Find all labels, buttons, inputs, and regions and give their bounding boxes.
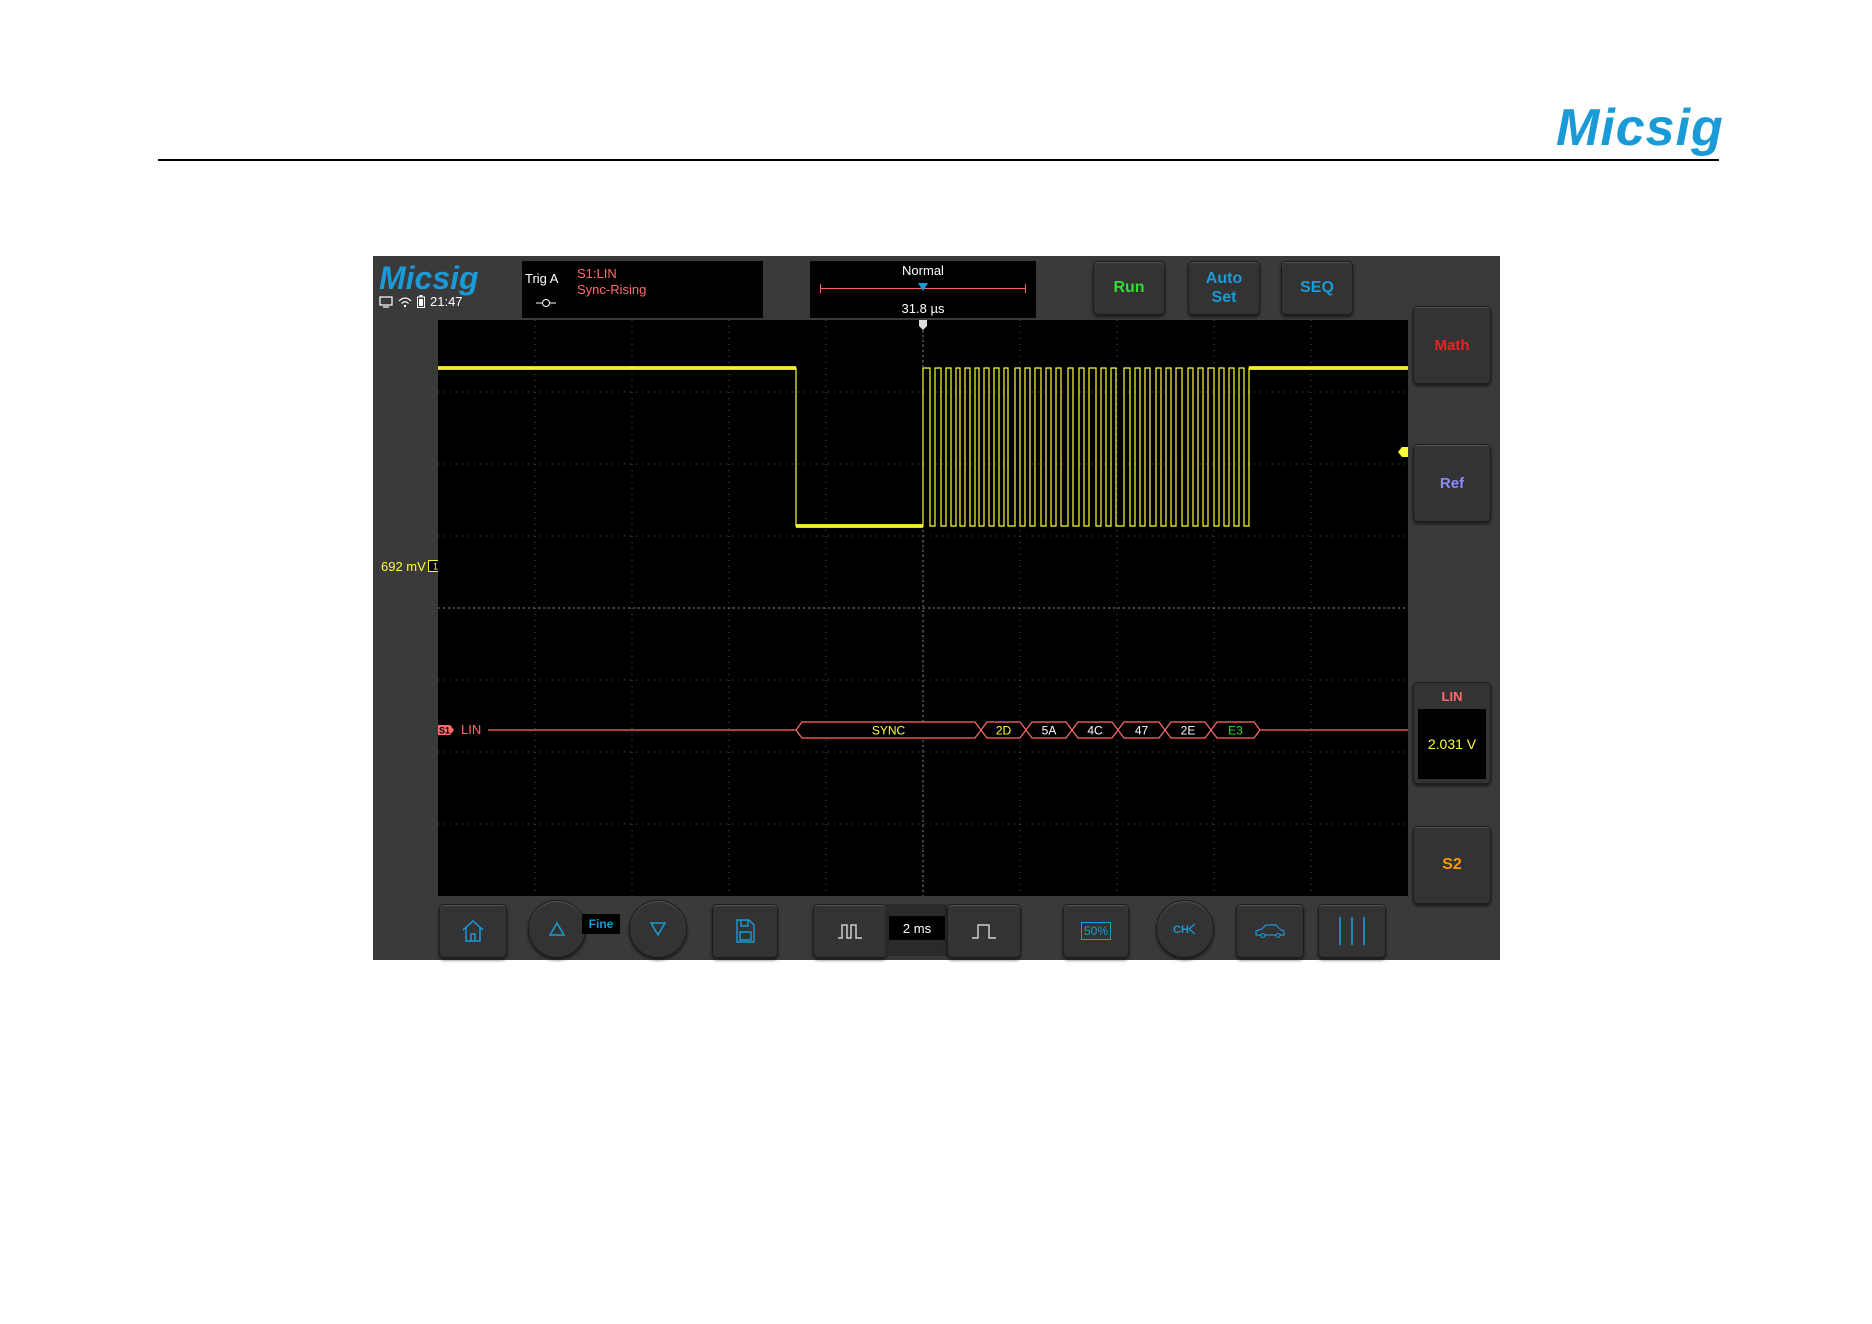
fifty-percent-button[interactable]: 50% <box>1063 904 1129 958</box>
fine-label: Fine <box>582 914 620 934</box>
trigger-label: Trig A <box>525 271 559 286</box>
trigger-edge-icon <box>536 299 556 307</box>
decode-frame-label: 5A <box>1042 724 1057 738</box>
auto-set-button[interactable]: Auto Set <box>1188 261 1260 315</box>
ch1-noise-band <box>796 524 923 528</box>
save-icon <box>736 919 755 943</box>
s2-button[interactable]: S2 <box>1413 826 1491 904</box>
battery-icon <box>417 295 425 308</box>
wifi-icon <box>398 296 412 307</box>
auto-diagnostics-button[interactable] <box>1236 904 1304 958</box>
ch1-noise-band <box>438 366 796 370</box>
math-button[interactable]: Math <box>1413 306 1491 384</box>
time-per-div[interactable]: 2 ms <box>889 916 945 940</box>
up-arrow-icon <box>548 921 566 936</box>
lin-threshold-panel[interactable]: LIN 2.031 V <box>1413 682 1491 784</box>
position-marker-icon <box>918 283 928 291</box>
status-bar: 21:47 <box>379 294 463 309</box>
channel-icon: CH <box>1173 923 1196 936</box>
car-icon <box>1255 924 1285 939</box>
channel-button[interactable]: CH <box>1156 900 1214 958</box>
scope-logo: Micsig <box>379 260 479 296</box>
home-button[interactable] <box>439 904 507 958</box>
pulse-narrow-icon <box>838 924 862 939</box>
page-divider <box>158 159 1719 161</box>
ch1-noise-band <box>1249 366 1408 370</box>
cursor-bars-icon <box>1339 917 1365 945</box>
zoom-in-time-button[interactable] <box>947 904 1021 958</box>
ch1-offset-label: 692 mV <box>381 559 426 574</box>
lin-threshold-value: 2.031 V <box>1418 709 1486 779</box>
waveform-svg: SYNC 2D 5A 4C 47 2E E3 S1 LIN <box>438 320 1408 896</box>
trigger-panel[interactable]: Trig A S1:LIN Sync-Rising <box>522 261 763 318</box>
trigger-mode: Normal <box>902 263 944 278</box>
decode-frame-label: E3 <box>1228 724 1243 738</box>
horizontal-position: 31.8 µs <box>901 301 945 316</box>
trigger-level-marker[interactable] <box>1398 447 1408 457</box>
decode-frame-label: 47 <box>1135 724 1149 738</box>
waveform-display[interactable]: SYNC 2D 5A 4C 47 2E E3 S1 LIN <box>438 320 1408 896</box>
scroll-down-button[interactable] <box>629 900 687 958</box>
pulse-wide-icon <box>972 924 996 939</box>
serial-bus-label: LIN <box>461 722 481 737</box>
decode-frame-label: SYNC <box>872 724 906 738</box>
decode-frame-label: 2D <box>996 724 1012 738</box>
lin-decode-bus: SYNC 2D 5A 4C 47 2E E3 <box>488 721 1408 739</box>
fifty-percent-icon: 50% <box>1080 922 1112 940</box>
decode-frame-label: 4C <box>1087 724 1103 738</box>
serial-marker-text: S1 <box>439 726 450 736</box>
serial-marker[interactable]: S1 <box>438 725 454 736</box>
trigger-source: S1:LIN <box>577 266 617 281</box>
fine-toggle[interactable]: Fine <box>580 912 628 936</box>
home-icon <box>462 919 484 942</box>
auto-set-label-2: Set <box>1211 289 1237 306</box>
trigger-position-marker[interactable] <box>919 320 927 330</box>
down-arrow-icon <box>649 922 667 937</box>
trigger-type: Sync-Rising <box>577 282 647 297</box>
lin-panel-title: LIN <box>1441 689 1463 704</box>
ref-button[interactable]: Ref <box>1413 444 1491 522</box>
cursor-button[interactable] <box>1318 904 1386 958</box>
run-button[interactable]: Run <box>1093 261 1165 315</box>
oscilloscope-window: Micsig 21:47 Trig A S1:LIN Sync-Rising N… <box>373 256 1500 960</box>
save-button[interactable] <box>712 904 778 958</box>
zoom-out-time-button[interactable] <box>813 904 887 958</box>
ch1-waveform <box>438 367 1408 527</box>
svg-text:CH: CH <box>1173 924 1189 936</box>
auto-set-label-1: Auto <box>1205 270 1243 287</box>
timebase-panel[interactable]: Normal 31.8 µs <box>810 261 1036 318</box>
decode-frame-label: 2E <box>1181 724 1196 738</box>
monitor-icon <box>379 295 393 308</box>
seq-button[interactable]: SEQ <box>1281 261 1353 315</box>
scroll-up-button[interactable] <box>528 900 586 958</box>
clock: 21:47 <box>430 294 463 309</box>
page-logo: Micsig <box>1556 99 1724 157</box>
